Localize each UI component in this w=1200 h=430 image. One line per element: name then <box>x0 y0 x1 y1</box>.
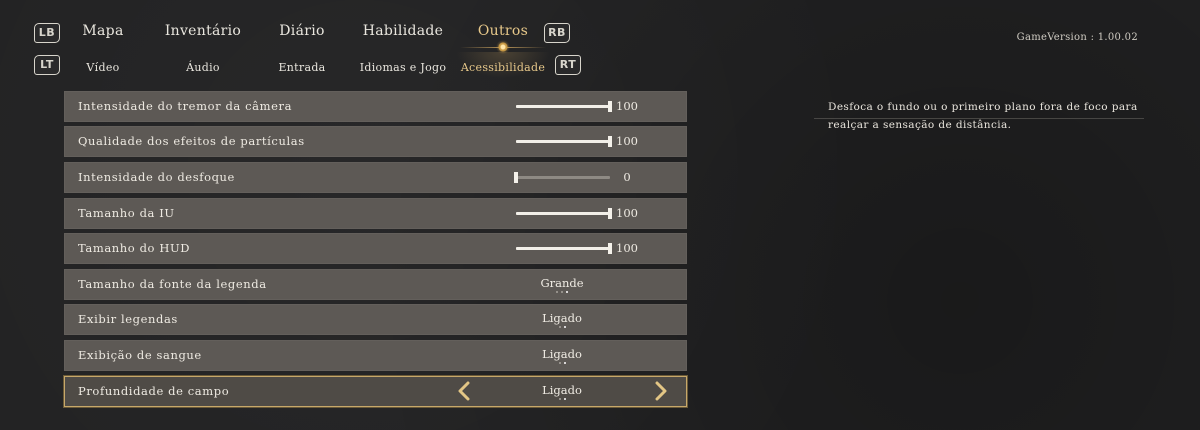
game-version: GameVersion : 1.00.02 <box>1016 32 1138 43</box>
slider-thumb[interactable] <box>608 243 612 254</box>
slider-fill <box>516 105 610 108</box>
option-dot <box>563 326 566 328</box>
slider-thumb[interactable] <box>608 208 612 219</box>
lb-button-badge[interactable]: LB <box>34 23 60 43</box>
setting-label: Profundidade de campo <box>78 384 230 398</box>
slider-fill <box>516 212 610 215</box>
option-dot <box>563 398 566 400</box>
setting-row-blood-display[interactable]: Exibição de sangue Ligado <box>64 340 687 371</box>
setting-row-show-subtitles[interactable]: Exibir legendas Ligado <box>64 304 687 335</box>
tab-mapa[interactable]: Mapa <box>82 23 123 39</box>
option-dot <box>558 398 561 400</box>
option-dot <box>561 291 563 293</box>
setting-label: Exibir legendas <box>78 312 178 326</box>
setting-label: Tamanho da fonte da legenda <box>78 277 267 291</box>
subtab-audio[interactable]: Áudio <box>186 61 220 74</box>
setting-row-depth-of-field[interactable]: Profundidade de campo Ligado <box>64 376 687 407</box>
setting-row-ui-size[interactable]: Tamanho da IU 100 <box>64 198 687 229</box>
ui-size-slider[interactable] <box>516 208 612 219</box>
slider-value: 0 <box>623 170 631 184</box>
subtab-video[interactable]: Vídeo <box>86 61 119 74</box>
subtab-idiomas-e-jogo[interactable]: Idiomas e Jogo <box>360 61 447 74</box>
setting-label: Exibição de sangue <box>78 348 202 362</box>
setting-label: Qualidade dos efeitos de partículas <box>78 134 305 148</box>
particle-quality-slider[interactable] <box>516 136 612 147</box>
slider-value: 100 <box>616 241 638 255</box>
lt-button-badge[interactable]: LT <box>34 55 60 75</box>
setting-label: Intensidade do desfoque <box>78 170 235 184</box>
setting-description: Desfoca o fundo ou o primeiro plano fora… <box>828 101 1138 131</box>
setting-label: Tamanho da IU <box>78 206 175 220</box>
setting-row-subtitle-font-size[interactable]: Tamanho da fonte da legenda Grande <box>64 269 687 300</box>
setting-row-blur-intensity[interactable]: Intensidade do desfoque 0 <box>64 162 687 193</box>
tab-inventario[interactable]: Inventário <box>165 23 241 39</box>
setting-row-camera-shake[interactable]: Intensidade do tremor da câmera 100 <box>64 91 687 122</box>
slider-value: 100 <box>616 134 638 148</box>
option-dot <box>566 291 568 293</box>
slider-fill <box>516 140 610 143</box>
slider-thumb[interactable] <box>514 172 518 183</box>
subtab-entrada[interactable]: Entrada <box>278 61 325 74</box>
camera-shake-slider[interactable] <box>516 101 612 112</box>
hud-size-slider[interactable] <box>516 243 612 254</box>
slider-fill <box>516 247 610 250</box>
slider-value: 100 <box>616 206 638 220</box>
slider-value: 100 <box>616 99 638 113</box>
tab-outros[interactable]: Outros <box>478 23 528 39</box>
option-dot <box>558 362 561 364</box>
chevron-right-icon[interactable] <box>651 379 671 403</box>
setting-row-hud-size[interactable]: Tamanho do HUD 100 <box>64 233 687 264</box>
setting-row-particle-quality[interactable]: Qualidade dos efeitos de partículas 100 <box>64 126 687 157</box>
subtab-acessibilidade[interactable]: Acessibilidade <box>461 61 545 74</box>
rb-button-badge[interactable]: RB <box>544 23 570 43</box>
slider-thumb[interactable] <box>608 101 612 112</box>
setting-label: Tamanho do HUD <box>78 241 191 255</box>
option-dot <box>556 291 558 293</box>
tab-diario[interactable]: Diário <box>279 23 324 39</box>
slider-thumb[interactable] <box>608 136 612 147</box>
option-dot <box>563 362 566 364</box>
chevron-left-icon[interactable] <box>454 379 474 403</box>
setting-label: Intensidade do tremor da câmera <box>78 99 293 113</box>
rt-button-badge[interactable]: RT <box>555 55 581 75</box>
option-dot <box>558 326 561 328</box>
tab-habilidade[interactable]: Habilidade <box>363 23 444 39</box>
blur-intensity-slider[interactable] <box>514 172 610 183</box>
